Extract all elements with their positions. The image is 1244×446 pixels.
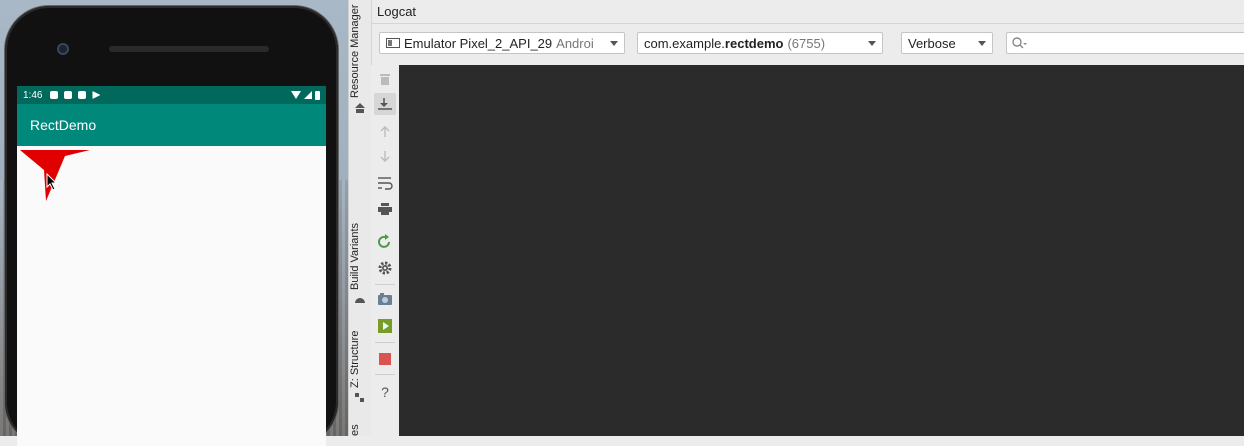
build-variants-tab[interactable]: Build Variants — [349, 214, 371, 290]
print-icon — [378, 203, 392, 215]
emulator-screen[interactable]: 1:46 RectDemo — [17, 86, 326, 446]
shield-notification-icon — [64, 91, 73, 99]
mouse-cursor-icon — [46, 173, 58, 191]
speaker-grille — [109, 46, 269, 52]
chevron-down-icon — [610, 41, 618, 46]
screenshot-button[interactable] — [374, 288, 396, 310]
restart-icon — [378, 234, 390, 248]
logcat-output[interactable] — [399, 65, 1244, 436]
help-button[interactable]: ? — [374, 381, 396, 403]
app-title: RectDemo — [30, 117, 97, 133]
structure-icon — [355, 393, 364, 402]
chevron-down-icon — [978, 41, 986, 46]
down-arrow-icon — [380, 151, 390, 162]
up-button[interactable] — [374, 120, 396, 142]
play-notification-icon — [92, 91, 101, 99]
signal-icon — [304, 91, 312, 99]
tool-window-strip: Resource Manager Build Variants Z: Struc… — [348, 0, 372, 436]
screen-record-button[interactable] — [374, 315, 396, 337]
log-level-value: Verbose — [908, 35, 956, 51]
logcat-title: Logcat — [377, 4, 417, 19]
scroll-to-end-button[interactable] — [374, 93, 396, 115]
device-name: Emulator Pixel_2_API_29 — [404, 35, 553, 51]
help-icon: ? — [381, 384, 389, 400]
structure-tab[interactable]: Z: Structure — [349, 326, 371, 388]
logcat-side-toolbar: ? — [371, 65, 399, 436]
toolbar-separator — [375, 342, 395, 343]
log-search-input[interactable] — [1006, 32, 1244, 54]
app-canvas[interactable] — [17, 146, 326, 446]
chevron-down-icon — [868, 41, 876, 46]
android-icon — [355, 298, 365, 303]
logcat-header: Logcat — [371, 0, 1244, 24]
soft-wrap-icon — [378, 177, 393, 190]
search-icon — [1012, 37, 1027, 49]
shape-canvas — [20, 150, 90, 201]
clear-logcat-button[interactable] — [374, 68, 396, 90]
wifi-icon — [291, 91, 301, 99]
settings-notification-icon — [50, 91, 59, 99]
soft-wrap-button[interactable] — [374, 172, 396, 194]
status-time: 1:46 — [23, 89, 43, 101]
screen-record-icon — [378, 319, 392, 333]
status-right-icons — [291, 90, 320, 100]
print-button[interactable] — [374, 198, 396, 220]
device-selector[interactable]: Emulator Pixel_2_API_29 Androi — [379, 32, 625, 54]
resource-manager-tab[interactable]: Resource Manager — [349, 0, 371, 98]
settings-icon — [378, 261, 392, 275]
stop-icon — [379, 353, 391, 365]
favorites-tab[interactable]: es — [349, 420, 371, 436]
android-status-bar: 1:46 — [17, 86, 326, 104]
restart-button[interactable] — [374, 231, 396, 253]
logcat-settings-button[interactable] — [374, 257, 396, 279]
scroll-to-end-icon — [378, 98, 392, 110]
resource-manager-icon — [355, 103, 365, 113]
process-name-bold: rectdemo — [724, 35, 784, 51]
log-level-selector[interactable]: Verbose — [901, 32, 993, 54]
device-suffix: Androi — [556, 35, 594, 51]
stop-button[interactable] — [374, 348, 396, 370]
down-button[interactable] — [374, 146, 396, 168]
emulator-phone-frame: 1:46 RectDemo — [5, 6, 338, 446]
emulator-device-icon — [386, 38, 400, 48]
process-selector[interactable]: com.example. rectdemo (6755) — [637, 32, 883, 54]
up-arrow-icon — [380, 126, 390, 137]
toolbar-separator — [375, 374, 395, 375]
battery-icon — [315, 90, 320, 100]
camera-icon — [57, 43, 69, 55]
trash-icon — [380, 74, 390, 85]
sd-card-notification-icon — [78, 91, 87, 99]
app-bar: RectDemo — [17, 104, 326, 146]
screenshot-icon — [378, 293, 392, 305]
toolbar-separator — [375, 284, 395, 285]
process-prefix: com.example. — [644, 35, 725, 51]
logcat-controls: Emulator Pixel_2_API_29 Androi com.examp… — [371, 25, 1244, 65]
process-pid: (6755) — [787, 35, 826, 51]
